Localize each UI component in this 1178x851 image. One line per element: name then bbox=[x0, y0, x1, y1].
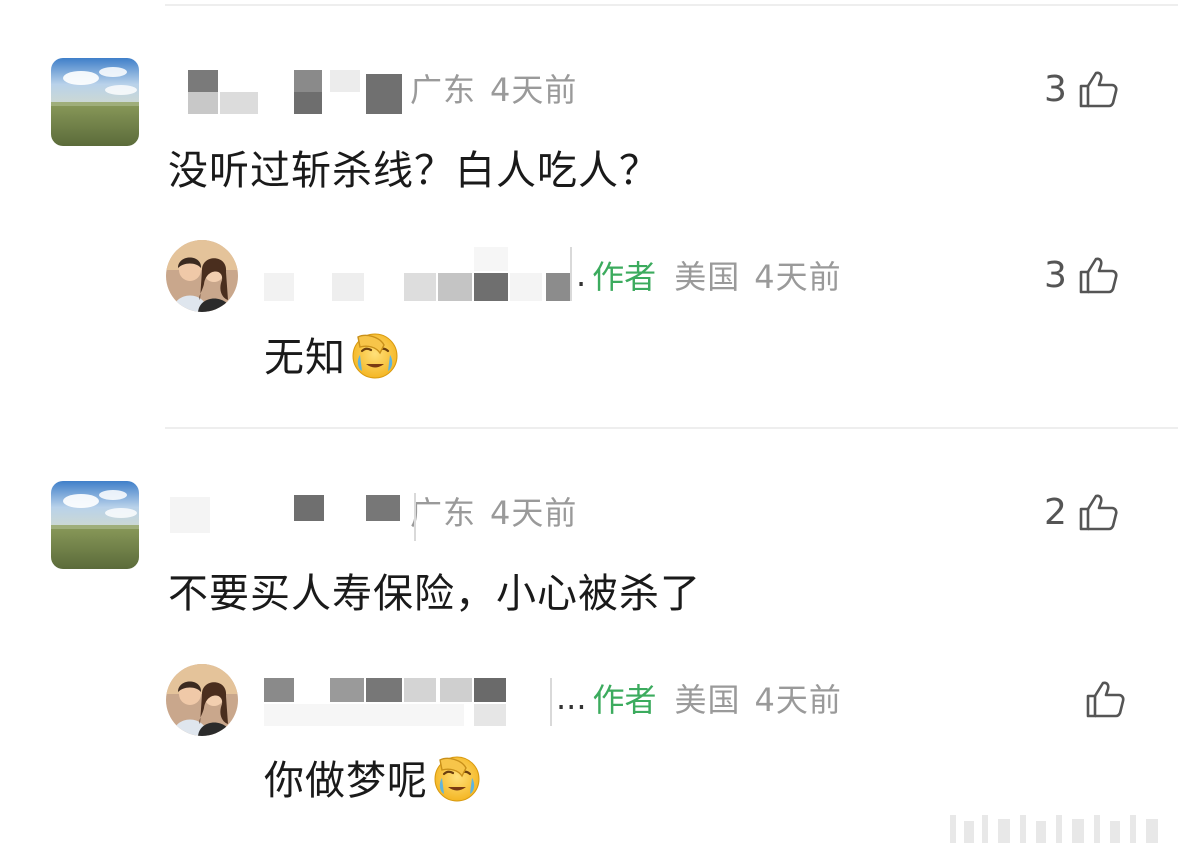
avatar[interactable] bbox=[51, 58, 139, 146]
like-count: 2 bbox=[1044, 491, 1067, 533]
reply-text-content: 你做梦呢 bbox=[264, 758, 428, 804]
reply-text: 你做梦呢 bbox=[264, 748, 482, 806]
comment-time: 4天前 bbox=[490, 494, 578, 532]
like-count: 3 bbox=[1044, 68, 1067, 110]
name-ellipsis: . bbox=[576, 256, 587, 294]
thumbs-up-icon bbox=[1079, 494, 1118, 531]
like-button[interactable]: 3 bbox=[1044, 64, 1119, 114]
author-tag: 作者 bbox=[592, 681, 657, 719]
facepalm-crying-emoji bbox=[350, 331, 400, 381]
reply-time: 4天前 bbox=[754, 681, 842, 719]
comment-location: 广东 bbox=[410, 494, 477, 532]
top-divider bbox=[165, 4, 1178, 6]
reply-meta: . 作者 美国 4天前 bbox=[264, 245, 842, 305]
watermark-bars bbox=[950, 815, 1158, 843]
comment-text: 没听过斩杀线？白人吃人？ bbox=[168, 148, 660, 194]
comment-divider bbox=[165, 427, 1178, 429]
thumbs-up-icon bbox=[1079, 257, 1118, 294]
blurred-username[interactable] bbox=[170, 483, 416, 541]
comment-location: 广东 bbox=[410, 71, 477, 109]
comment-meta: 广东 4天前 bbox=[170, 58, 577, 118]
blurred-username[interactable] bbox=[170, 60, 410, 116]
reply-text: 无知 bbox=[264, 325, 400, 383]
reply-meta: ... 作者 美国 4天前 bbox=[264, 668, 842, 728]
avatar[interactable] bbox=[51, 481, 139, 569]
reply-time: 4天前 bbox=[754, 258, 842, 296]
comment-meta: 广东 4天前 bbox=[170, 481, 577, 541]
name-ellipsis: ... bbox=[556, 679, 587, 717]
reply-location: 美国 bbox=[674, 681, 741, 719]
blurred-username[interactable] bbox=[264, 670, 554, 726]
blurred-username[interactable] bbox=[264, 247, 574, 303]
comment-text: 不要买人寿保险，小心被杀了 bbox=[168, 571, 701, 617]
author-tag: 作者 bbox=[592, 258, 657, 296]
like-button[interactable]: 2 bbox=[1044, 487, 1119, 537]
like-count: 3 bbox=[1044, 254, 1067, 296]
thumbs-up-icon bbox=[1086, 681, 1125, 718]
comment-time: 4天前 bbox=[490, 71, 578, 109]
like-button[interactable] bbox=[1084, 674, 1126, 724]
like-button[interactable]: 3 bbox=[1044, 250, 1119, 300]
reply-avatar[interactable] bbox=[166, 664, 238, 736]
reply-location: 美国 bbox=[674, 258, 741, 296]
reply-avatar[interactable] bbox=[166, 240, 238, 312]
reply-text-content: 无知 bbox=[264, 335, 346, 381]
facepalm-crying-emoji bbox=[432, 754, 482, 804]
thumbs-up-icon bbox=[1079, 71, 1118, 108]
